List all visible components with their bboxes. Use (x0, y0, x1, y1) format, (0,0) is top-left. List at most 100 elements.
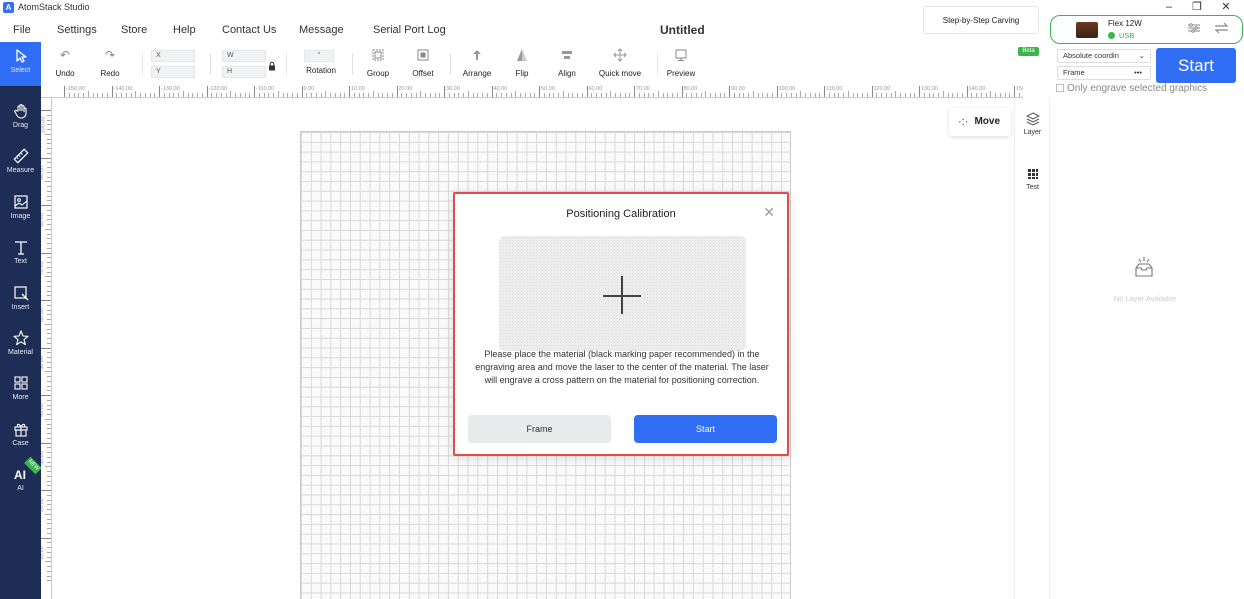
start-engrave-button[interactable]: Start (1156, 48, 1236, 83)
height-field[interactable]: H (222, 66, 266, 78)
sidebar-item-more[interactable]: More (0, 369, 41, 413)
menu-settings[interactable]: Settings (57, 24, 97, 36)
sidebar-item-case[interactable]: Case (0, 415, 41, 459)
width-field[interactable]: W (222, 50, 266, 62)
step-by-step-carving-button[interactable]: Step-by-Step Carving (923, 6, 1039, 34)
dialog-frame-button[interactable]: Frame (468, 415, 611, 443)
undo-label: Undo (55, 69, 75, 78)
ruler-minor-tick (273, 93, 274, 97)
align-button[interactable]: Align (553, 48, 581, 78)
tab-layer[interactable]: Layer (1015, 112, 1050, 136)
device-settings-icon[interactable] (1187, 22, 1201, 37)
switch-device-icon[interactable] (1214, 22, 1229, 37)
menu-bar: File Settings Store Help Contact Us Mess… (0, 16, 1048, 42)
close-window-button[interactable]: ✕ (1215, 0, 1237, 14)
ruler-major-tick (41, 395, 51, 396)
sidebar-item-label: Drag (12, 122, 29, 129)
tab-layer-label: Layer (1023, 129, 1042, 136)
device-name: Flex 12W (1108, 19, 1142, 28)
ruler-minor-tick (852, 93, 854, 97)
menu-serial-port-log[interactable]: Serial Port Log (373, 24, 446, 36)
monitor-icon (675, 49, 687, 61)
ruler-minor-tick (47, 361, 51, 363)
ruler-minor-tick (577, 93, 578, 97)
ruler-minor-tick (296, 93, 298, 97)
tab-test[interactable]: Test (1015, 167, 1050, 191)
document-title: Untitled (660, 23, 705, 37)
dialog-start-button[interactable]: Start (634, 415, 777, 443)
flip-button[interactable]: Flip (508, 48, 536, 78)
ruler-minor-tick (976, 93, 977, 97)
sidebar-item-ai[interactable]: NEW AI AI (0, 456, 42, 504)
ruler-minor-tick (700, 93, 702, 97)
ruler-minor-tick (330, 93, 331, 97)
ruler-minor-tick (149, 93, 151, 97)
sidebar-item-material[interactable]: Material (0, 324, 41, 368)
sidebar-item-drag[interactable]: Drag (0, 97, 41, 141)
ruler-minor-tick (47, 148, 51, 149)
offset-button[interactable]: Offset (406, 48, 440, 78)
quick-move-button[interactable]: Quick move (596, 48, 644, 78)
horizontal-ruler: -150.00 -140.00 -130.00 -120.00 -110.00 0.00 1… (41, 86, 1023, 98)
laser-device-icon (1076, 22, 1098, 38)
frame-mode-select[interactable]: Frame ••• (1057, 66, 1151, 80)
sidebar-item-label: Material (8, 349, 33, 356)
minimize-button[interactable]: – (1158, 0, 1180, 14)
preview-button[interactable]: Preview (665, 48, 697, 78)
ruler-major-tick (586, 86, 588, 97)
ruler-minor-tick (648, 93, 650, 97)
menu-help[interactable]: Help (173, 24, 196, 36)
menu-file[interactable]: File (13, 24, 31, 36)
ruler-minor-tick (501, 93, 502, 97)
gift-icon (13, 423, 28, 437)
ruler-minor-tick (47, 433, 51, 434)
coordinate-mode-select[interactable]: Absolute coordin ⌄ (1057, 49, 1151, 63)
more-options-icon[interactable]: ••• (1134, 67, 1142, 79)
sidebar-item-image[interactable]: Image (0, 188, 41, 232)
sidebar-item-label: More (12, 394, 29, 401)
group-button[interactable]: Group (361, 48, 395, 78)
ruler-major-tick (41, 300, 51, 301)
restore-button[interactable]: ❐ (1186, 0, 1208, 14)
arrange-button[interactable]: Arrange (458, 48, 496, 78)
ruler-minor-tick (529, 93, 531, 97)
move-button[interactable]: ·:· Move (949, 108, 1011, 136)
sidebar-item-measure[interactable]: Measure (0, 142, 41, 186)
ruler-minor-tick (47, 328, 51, 330)
ruler-minor-tick (211, 93, 213, 97)
ruler-minor-tick (47, 338, 51, 339)
sidebar-item-insert[interactable]: Insert (0, 279, 41, 323)
y-position-field[interactable]: Y (151, 66, 195, 78)
ruler-minor-tick (439, 93, 441, 97)
ruler-minor-tick (401, 93, 403, 97)
menu-message[interactable]: Message (299, 24, 344, 36)
menu-store[interactable]: Store (121, 24, 147, 36)
ruler-minor-tick (434, 93, 436, 97)
ruler-minor-tick (496, 93, 498, 97)
ruler-minor-tick (938, 93, 939, 97)
ruler-minor-tick (45, 276, 51, 278)
ruler-minor-tick (515, 91, 517, 97)
ruler-minor-tick (125, 93, 127, 97)
redo-button[interactable]: ↷ Redo (94, 48, 126, 78)
ruler-minor-tick (116, 93, 118, 97)
ruler-minor-tick (904, 93, 906, 97)
close-icon[interactable]: ✕ (763, 204, 775, 221)
menu-contact-us[interactable]: Contact Us (222, 24, 276, 36)
crosshair-icon (621, 276, 623, 314)
ruler-major-tick (444, 86, 445, 97)
ruler-minor-tick (562, 91, 564, 97)
ruler-minor-tick (691, 93, 692, 97)
only-engrave-selected-checkbox[interactable]: Only engrave selected graphics (1056, 83, 1207, 94)
x-position-field[interactable]: X (151, 50, 195, 62)
lock-ratio-icon[interactable] (268, 58, 276, 71)
ruler-minor-tick (838, 93, 840, 97)
sidebar-item-select[interactable]: Select (0, 42, 41, 86)
ruler-minor-tick (885, 93, 887, 97)
undo-button[interactable]: ↶ Undo (49, 48, 81, 78)
toolbar-divider (142, 53, 143, 75)
ruler-major-tick (491, 86, 493, 97)
ruler-minor-tick (244, 93, 246, 97)
sidebar-item-text[interactable]: Text (0, 233, 41, 277)
device-panel[interactable]: Flex 12W USB (1050, 15, 1243, 44)
